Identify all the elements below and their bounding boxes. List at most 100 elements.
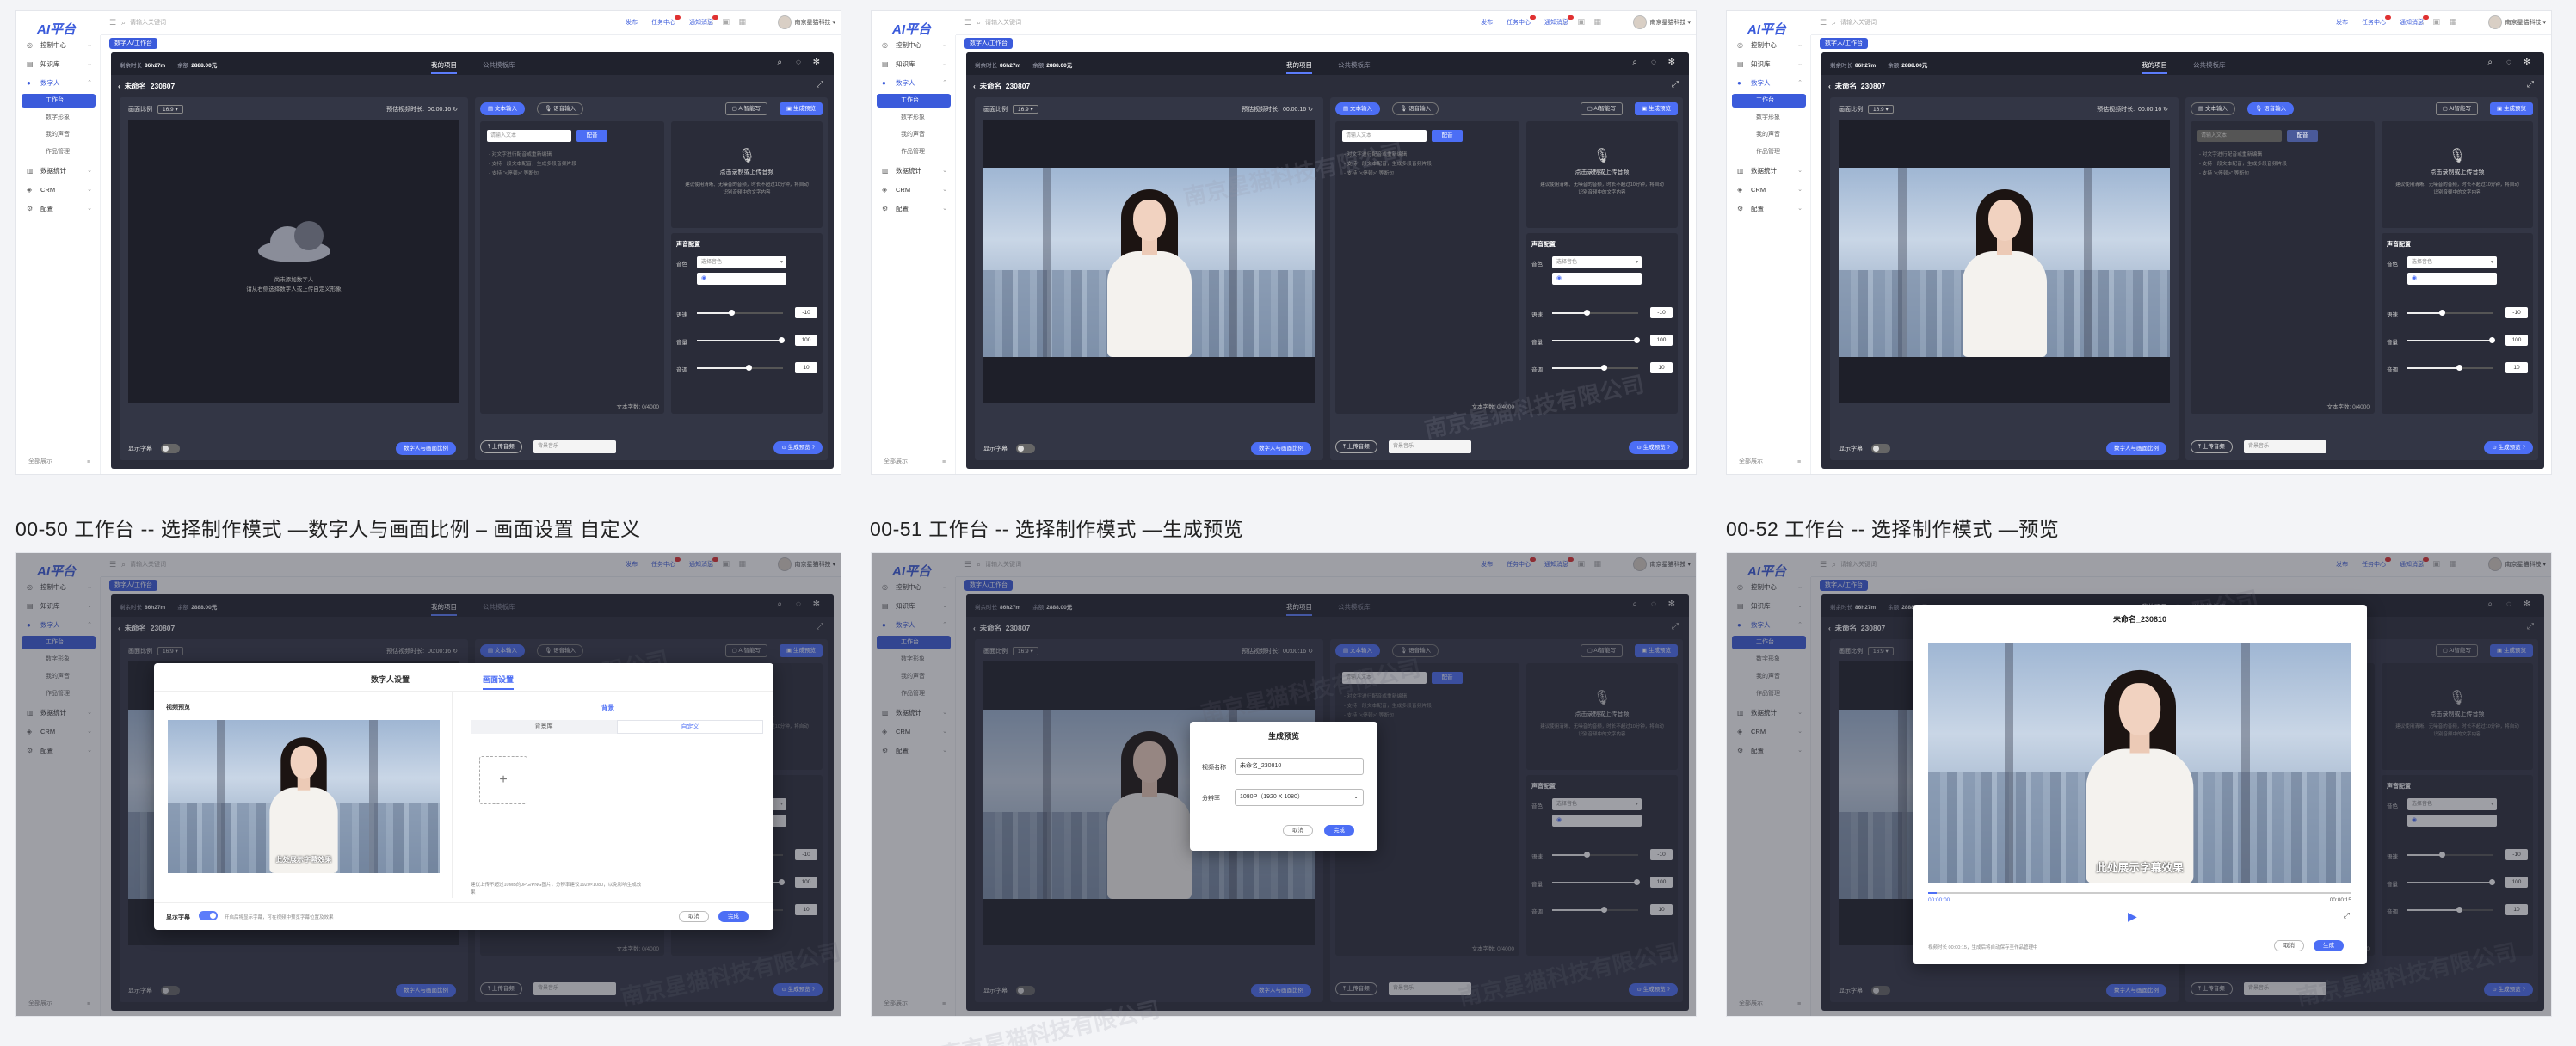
- bg-music-select[interactable]: 背景音乐: [533, 440, 616, 453]
- pitch-slider[interactable]: 音调10: [676, 362, 817, 374]
- tab-public-templates[interactable]: 公共模板库: [483, 60, 515, 70]
- global-search-input[interactable]: 请输入关键词: [130, 18, 166, 27]
- sidebar-item-voice[interactable]: 我的声音: [877, 128, 951, 142]
- sidebar-item-works[interactable]: 作品管理: [22, 145, 96, 159]
- dub-button[interactable]: 配音: [1432, 130, 1463, 142]
- seg-bg-library[interactable]: 背景库: [471, 720, 617, 734]
- sidebar-item-digital-human[interactable]: ● 数字人 ⌃: [1732, 77, 1806, 90]
- pitch-slider[interactable]: 音调10: [1531, 362, 1673, 374]
- dub-text-input[interactable]: 请输入文本: [487, 130, 571, 142]
- play-icon[interactable]: ▶: [2128, 909, 2137, 924]
- fullscreen-icon[interactable]: ⛶: [1563, 17, 1568, 26]
- tone-select[interactable]: 选择音色▾: [2407, 256, 2497, 268]
- subtitle-switch[interactable]: [199, 911, 218, 920]
- tab-my-projects[interactable]: 我的项目: [1286, 60, 1312, 74]
- user-menu[interactable]: 南京星猫科技 ▾: [1632, 15, 1691, 29]
- tab-public-templates[interactable]: 公共模板库: [2193, 60, 2226, 70]
- modal-confirm-button[interactable]: 完成: [718, 911, 749, 922]
- help-icon[interactable]: ◌: [796, 58, 801, 67]
- generate-confirm-button[interactable]: 完成: [1324, 825, 1354, 836]
- tab-scene-settings[interactable]: 画面设置: [483, 674, 515, 690]
- subtitle-switch[interactable]: [161, 444, 180, 453]
- sidebar-item-crm[interactable]: ◈ CRM ⌄: [1732, 183, 1806, 197]
- sidebar-item-avatar[interactable]: 数字形象: [877, 111, 951, 125]
- expand-icon[interactable]: ⤢: [1672, 80, 1679, 89]
- sidebar-item-avatar[interactable]: 数字形象: [22, 111, 96, 125]
- volume-slider[interactable]: 音量100: [1531, 335, 1673, 347]
- global-search-input[interactable]: 请输入关键词: [985, 18, 1021, 27]
- sidebar-item-knowledge[interactable]: ▤ 知识库 ⌄: [877, 58, 951, 71]
- sidebar-item-works[interactable]: 作品管理: [877, 145, 951, 159]
- speed-slider[interactable]: 语速-10: [676, 307, 817, 319]
- speed-slider[interactable]: 语速-10: [2387, 307, 2528, 319]
- generate-preview-button[interactable]: ⊙ 生成预览 ?: [773, 441, 823, 454]
- sidebar-item-crm[interactable]: ◈ CRM ⌄: [877, 183, 951, 197]
- back-arrow-icon[interactable]: ‹: [118, 82, 120, 90]
- top-link-tasks[interactable]: 任务中心: [651, 15, 681, 26]
- subtitle-switch[interactable]: [1016, 444, 1035, 453]
- ratio-select[interactable]: 16:9 ▾: [1013, 105, 1038, 114]
- ai-write-button[interactable]: ▢ AI智能写: [2435, 102, 2478, 115]
- expand-icon[interactable]: ⤢: [817, 80, 823, 89]
- tab-voice-input[interactable]: 🎙︎ 语音输入: [2247, 102, 2295, 115]
- dub-text-input[interactable]: 请输入文本: [1342, 130, 1427, 142]
- sidebar-item-knowledge[interactable]: ▤ 知识库 ⌄: [22, 58, 96, 71]
- grid-icon[interactable]: ▦: [738, 17, 746, 26]
- search-icon[interactable]: ⌕: [2487, 58, 2493, 67]
- preview-button-top[interactable]: ▣ 生成预览: [1635, 102, 1678, 115]
- resolution-select[interactable]: 1080P（1920 X 1080） ⌄: [1235, 789, 1364, 806]
- generate-preview-button[interactable]: ⊙ 生成预览 ?: [2484, 441, 2533, 454]
- avatar-ratio-button[interactable]: 数字人与画面比例: [1251, 442, 1311, 455]
- preview-generate-button[interactable]: 生成: [2314, 940, 2344, 951]
- search-icon[interactable]: ⌕: [777, 58, 782, 67]
- sidebar-collapse-icon[interactable]: ≡: [1797, 459, 1801, 465]
- sidebar-item-config[interactable]: ⚙ 配置 ⌄: [877, 202, 951, 216]
- sidebar-collapse-icon[interactable]: ≡: [87, 459, 90, 465]
- search-icon[interactable]: ⌕: [1632, 58, 1637, 67]
- sidebar-item-digital-human[interactable]: ● 数字人 ⌃: [877, 77, 951, 90]
- sidebar-footer[interactable]: 全部展示: [1739, 457, 1763, 465]
- subtitle-switch[interactable]: [1871, 444, 1890, 453]
- dub-button[interactable]: 配音: [576, 130, 607, 142]
- upload-audio-button[interactable]: ⤒ 上传音频: [1335, 440, 1377, 453]
- sidebar-item-voice[interactable]: 我的声音: [1732, 128, 1806, 142]
- top-link-publish[interactable]: 发布: [626, 20, 638, 26]
- tone-play-button[interactable]: ◉: [2407, 273, 2497, 285]
- top-link-publish[interactable]: 发布: [2336, 20, 2348, 26]
- top-link-publish[interactable]: 发布: [1481, 20, 1493, 26]
- bg-music-select[interactable]: 背景音乐: [1389, 440, 1471, 453]
- sidebar-item-works[interactable]: 作品管理: [1732, 145, 1806, 159]
- sidebar-item-control[interactable]: ◎ 控制中心 ⌄: [22, 39, 96, 52]
- dub-text-input[interactable]: 请输入文本: [2197, 130, 2282, 142]
- preview-cancel-button[interactable]: 取消: [2274, 940, 2304, 951]
- tab-text-input[interactable]: ▤ 文本输入: [2191, 102, 2235, 115]
- preview-progress-bar[interactable]: [1928, 892, 2351, 894]
- back-arrow-icon[interactable]: ‹: [973, 82, 976, 90]
- sidebar-footer[interactable]: 全部展示: [28, 457, 52, 465]
- gear-icon[interactable]: ✻: [1668, 58, 1675, 67]
- help-icon[interactable]: ◌: [1651, 58, 1656, 67]
- upload-audio-button[interactable]: ⤒ 上传音频: [2191, 440, 2233, 453]
- lock-icon[interactable]: ▣: [1577, 17, 1585, 26]
- top-link-tasks[interactable]: 任务中心: [1507, 15, 1537, 26]
- tab-voice-input[interactable]: 🎙︎ 语音输入: [1392, 102, 1439, 115]
- tab-my-projects[interactable]: 我的项目: [2142, 60, 2167, 74]
- user-menu[interactable]: 南京星猫科技 ▾: [777, 15, 835, 29]
- back-arrow-icon[interactable]: ‹: [1828, 82, 1831, 90]
- volume-slider[interactable]: 音量100: [676, 335, 817, 347]
- sidebar-item-stats[interactable]: ▥ 数据统计 ⌄: [22, 164, 96, 178]
- generate-cancel-button[interactable]: 取消: [1283, 825, 1313, 836]
- voice-record-box[interactable]: 🎙︎ 点击录制或上传音频 建议使用清晰、无噪音的音频，时长不超过10分钟，将自动…: [671, 121, 823, 228]
- page-tag[interactable]: 数字人/工作台: [964, 38, 1013, 49]
- avatar-ratio-button[interactable]: 数字人与画面比例: [2106, 442, 2166, 455]
- fullscreen-icon[interactable]: ⤢: [2344, 911, 2350, 920]
- fullscreen-icon[interactable]: ⛶: [2419, 17, 2424, 26]
- menu-fold-icon[interactable]: ☰: [964, 18, 971, 28]
- sidebar-item-knowledge[interactable]: ▤ 知识库 ⌄: [1732, 58, 1806, 71]
- tab-voice-input[interactable]: 🎙︎ 语音输入: [537, 102, 584, 115]
- tab-text-input[interactable]: ▤ 文本输入: [480, 102, 525, 115]
- sidebar-item-crm[interactable]: ◈ CRM ⌄: [22, 183, 96, 197]
- top-link-tasks[interactable]: 任务中心: [2362, 15, 2392, 26]
- script-textarea[interactable]: 请输入文本 配音 - 对文字进行配音或重新编辑- 支持一段文本配音，生成多段音频…: [1335, 121, 1519, 414]
- modal-cancel-button[interactable]: 取消: [679, 911, 709, 922]
